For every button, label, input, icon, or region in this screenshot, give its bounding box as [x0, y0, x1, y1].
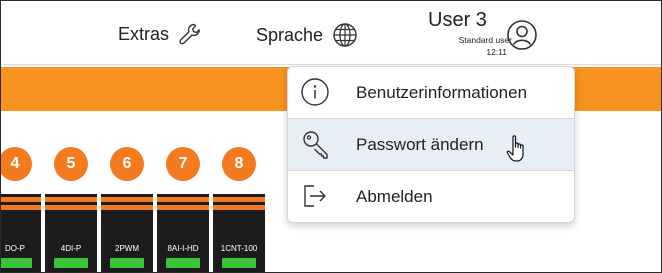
hand-pointer-cursor-icon: [506, 134, 530, 169]
slot-number-badge: 7: [166, 147, 200, 181]
extras-menu-button[interactable]: Extras: [118, 21, 203, 47]
module-label: 4DI-P: [60, 244, 82, 253]
module-stripe: [45, 205, 97, 210]
module-label: DO-P: [5, 244, 25, 253]
logout-icon: [300, 181, 330, 216]
status-led: [54, 258, 88, 268]
status-led: [166, 258, 200, 268]
status-led: [110, 258, 144, 268]
menu-item-label: Abmelden: [356, 187, 433, 206]
module-label: 1CNT-100: [220, 244, 258, 253]
wrench-icon: [177, 21, 203, 47]
menu-item-change-password[interactable]: Passwort ändern: [288, 119, 574, 170]
io-module[interactable]: 4DI-P: [45, 194, 97, 272]
top-bar: Extras Sprache User 3 Standard user 12:1…: [1, 1, 661, 65]
io-module[interactable]: DO-P: [1, 194, 41, 272]
user-avatar-icon: [506, 19, 538, 56]
module-stripe: [157, 197, 209, 202]
module-stripe: [45, 197, 97, 202]
info-icon: [300, 77, 330, 112]
module-label: 8AI-I-HD: [167, 244, 199, 253]
module-stripe: [213, 205, 265, 210]
module-stripe: [1, 197, 41, 202]
user-menu-button[interactable]: User 3 Standard user 12:11: [416, 7, 546, 62]
user-name: User 3: [428, 9, 487, 31]
user-dropdown-menu: Benutzerinformationen Passwort ändern Ab…: [287, 66, 575, 223]
io-module[interactable]: 1CNT-100: [213, 194, 265, 272]
io-module[interactable]: 8AI-I-HD: [157, 194, 209, 272]
module-stripe: [101, 197, 153, 202]
globe-icon: [331, 21, 359, 49]
key-icon: [300, 129, 332, 166]
module-stripe: [101, 205, 153, 210]
menu-item-user-info[interactable]: Benutzerinformationen: [288, 67, 574, 118]
slot-number-badge: 6: [110, 147, 144, 181]
user-role: Standard user: [458, 35, 512, 45]
status-led: [1, 258, 32, 268]
slot-number-badge: 4: [1, 147, 32, 181]
status-led: [222, 258, 256, 268]
module-stripe: [213, 197, 265, 202]
module-stripe: [157, 205, 209, 210]
language-menu-button[interactable]: Sprache: [256, 21, 359, 49]
menu-item-logout[interactable]: Abmelden: [288, 171, 574, 222]
clock-time: 12:11: [486, 47, 507, 57]
slot-number-badge: 8: [222, 147, 256, 181]
menu-item-label: Benutzerinformationen: [356, 83, 528, 102]
menu-item-label: Passwort ändern: [356, 135, 484, 154]
module-label: 2PWM: [115, 244, 139, 253]
app-window: Extras Sprache User 3 Standard user 12:1…: [0, 0, 662, 273]
language-label: Sprache: [256, 24, 324, 45]
extras-label: Extras: [118, 23, 170, 44]
module-stripe: [1, 205, 41, 210]
slot-number-badge: 5: [54, 147, 88, 181]
io-module[interactable]: 2PWM: [101, 194, 153, 272]
